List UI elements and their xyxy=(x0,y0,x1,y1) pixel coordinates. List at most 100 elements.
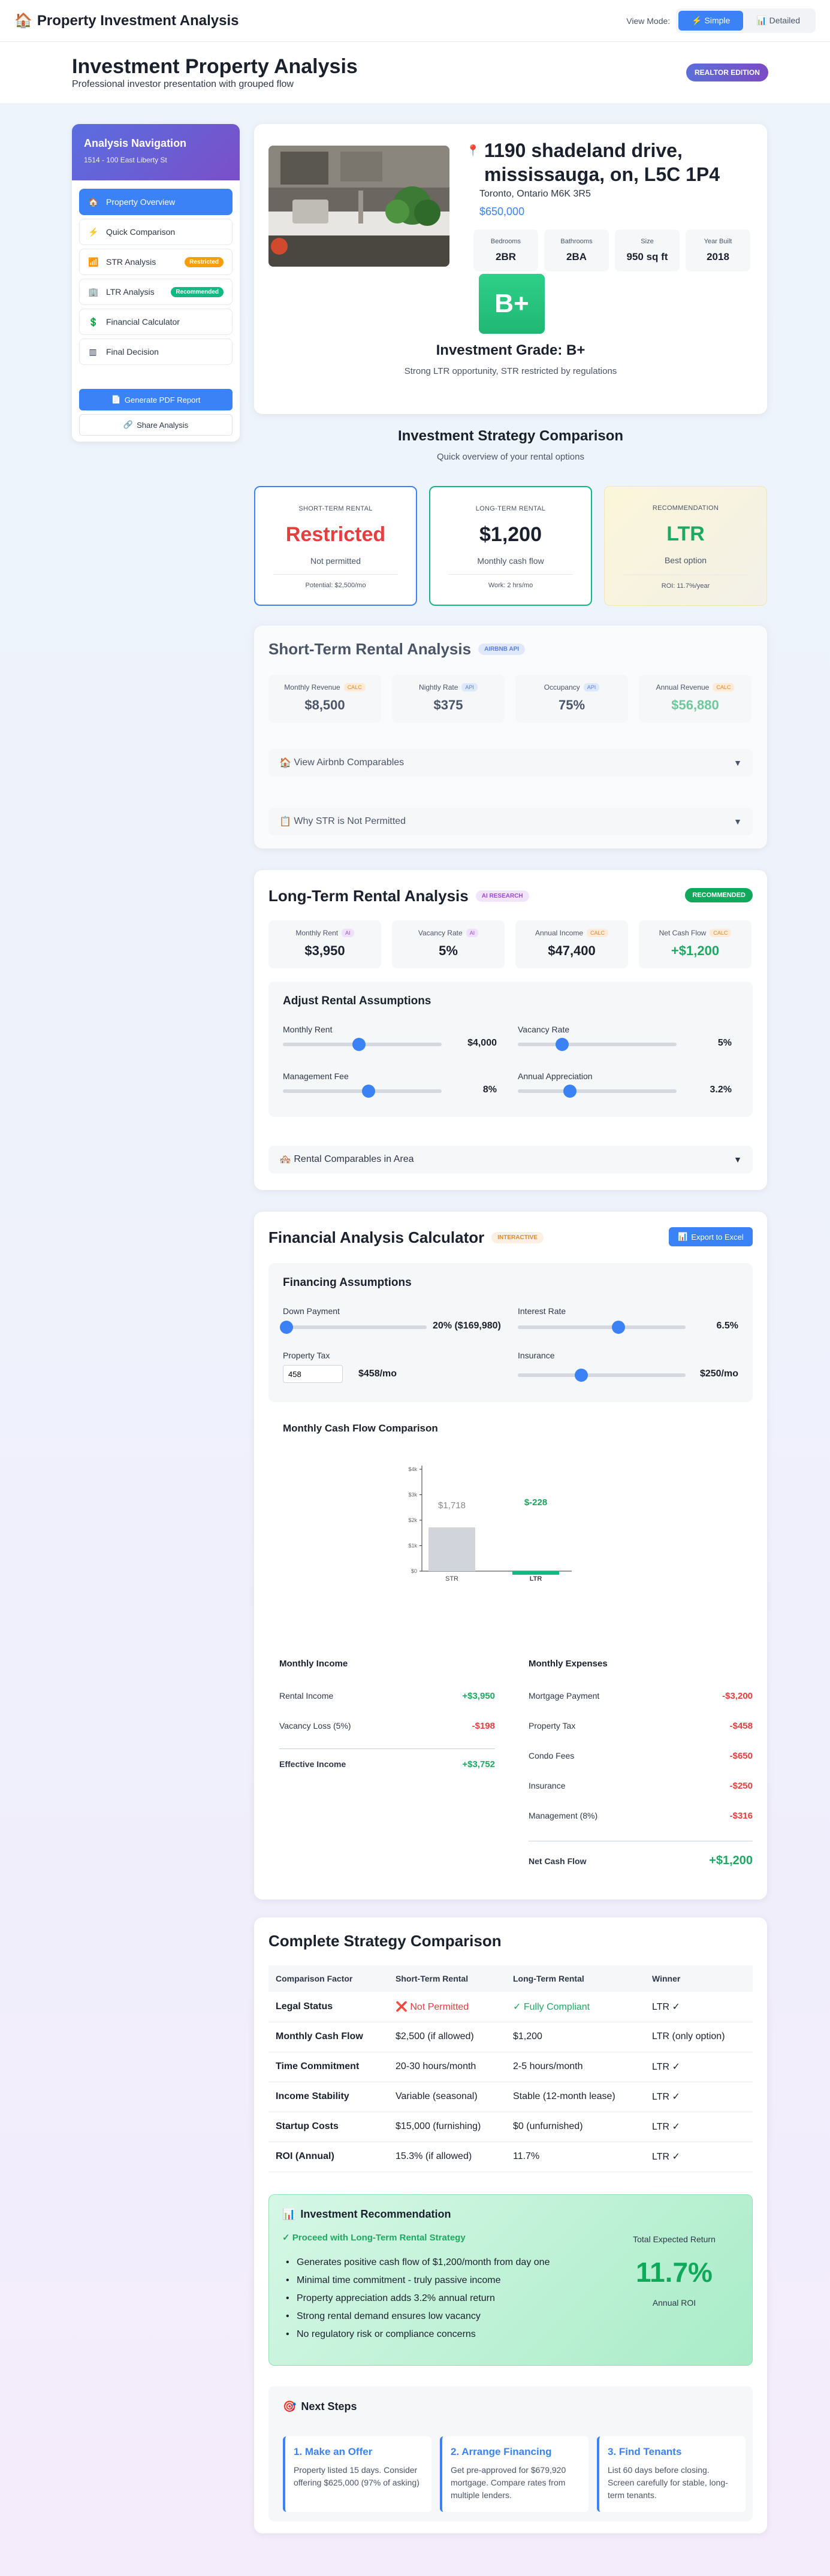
table-cell: LTR ✓ xyxy=(645,2112,753,2142)
strategy-card-value: LTR xyxy=(666,523,705,545)
bar-value-label: $1,718 xyxy=(438,1500,466,1511)
table-cell: Variable (seasonal) xyxy=(388,2082,506,2112)
insurance-slider[interactable] xyxy=(518,1369,686,1382)
table-header: Winner xyxy=(645,1965,753,1992)
property-facts: Bedrooms 2BR Bathrooms 2BA Size 950 sq ft Year… xyxy=(473,229,750,271)
sidebar-item-label: STR Analysis xyxy=(106,257,156,267)
assumption-slider[interactable] xyxy=(518,1085,677,1098)
slider-handle[interactable] xyxy=(563,1085,577,1098)
expense-row-label: Mortgage Payment xyxy=(529,1691,600,1701)
down-payment-slider[interactable] xyxy=(280,1321,427,1334)
financing-title: Financing Assumptions xyxy=(283,1276,412,1289)
sidebar-item-property-overview[interactable]: 🏠 Property Overview xyxy=(79,189,233,215)
expense-row: Mortgage Payment -$3,200 xyxy=(529,1691,753,1701)
adjust-assumptions-title: Adjust Rental Assumptions xyxy=(283,995,431,1007)
slider-handle[interactable] xyxy=(352,1038,366,1051)
income-row: Vacancy Loss (5%) -$198 xyxy=(279,1721,495,1731)
property-tax-label: Property Tax xyxy=(283,1351,330,1360)
str-title: Short-Term Rental Analysis xyxy=(268,640,472,658)
next-step-desc: Get pre-approved for $679,920 mortgage. … xyxy=(451,2465,566,2500)
sidebar-item-final-decision[interactable]: ▥ Final Decision xyxy=(79,339,233,365)
metric-source-tag: CALC xyxy=(710,929,732,937)
sidebar-item-financial-calculator[interactable]: 💲 Financial Calculator xyxy=(79,309,233,335)
sidebar-item-ltr-analysis[interactable]: 🏢 LTR Analysis Recommended xyxy=(79,279,233,305)
metric-value: $8,500 xyxy=(304,697,345,712)
table-cell: Income Stability xyxy=(268,2082,388,2112)
ltr-metric: Vacancy Rate AI 5% xyxy=(392,920,505,968)
strategy-card-value: $1,200 xyxy=(479,523,542,546)
interest-rate-slider[interactable] xyxy=(518,1321,686,1334)
metric-value: $375 xyxy=(433,697,463,712)
top-bar: 🏠 Property Investment Analysis View Mode… xyxy=(0,0,830,42)
slider-handle[interactable] xyxy=(362,1085,376,1098)
strategy-card-sub: Best option xyxy=(664,555,707,565)
view-detailed-button[interactable]: 📊 Detailed xyxy=(743,11,813,31)
expense-row-label: Insurance xyxy=(529,1781,566,1790)
view-mode: View Mode: ⚡ Simple 📊 Detailed xyxy=(626,8,816,33)
assumption-slider[interactable] xyxy=(518,1038,677,1051)
recommendation-item: No regulatory risk or compliance concern… xyxy=(286,2329,476,2340)
metric-label-row: Annual Revenue CALC xyxy=(639,683,751,691)
view-simple-button[interactable]: ⚡ Simple xyxy=(678,11,744,31)
investment-grade-subtitle: Strong LTR opportunity, STR restricted b… xyxy=(404,366,617,376)
table-cell: LTR ✓ xyxy=(645,2142,753,2172)
sidebar-item-str-analysis[interactable]: 📶 STR Analysis Restricted xyxy=(79,249,233,275)
chevron-down-icon: ▼ xyxy=(734,758,742,768)
next-step-card: 1. Make an Offer Property listed 15 days.… xyxy=(283,2436,431,2512)
insurance-value: $250/mo xyxy=(699,1369,738,1379)
share-analysis-button[interactable]: 🔗 Share Analysis xyxy=(79,414,233,436)
generate-pdf-button[interactable]: 📄 Generate PDF Report xyxy=(79,389,233,410)
table-cell: ROI (Annual) xyxy=(268,2142,388,2172)
table-cell: LTR ✓ xyxy=(645,2082,753,2112)
table-cell: ❌ Not Permitted xyxy=(388,1992,506,2022)
sidebar-address: 1514 - 100 East Liberty St xyxy=(84,156,167,164)
strategy-card-footer: Potential: $2,500/mo xyxy=(273,574,398,589)
income-row-label: Vacancy Loss (5%) xyxy=(279,1721,351,1731)
expense-row-label: Property Tax xyxy=(529,1721,576,1731)
table-cell: 20-30 hours/month xyxy=(388,2052,506,2082)
page-header: Investment Property Analysis Professiona… xyxy=(0,42,830,104)
table-cell: $2,500 (if allowed) xyxy=(388,2022,506,2052)
slider-label: Vacancy Rate xyxy=(518,1025,570,1034)
slider-handle[interactable] xyxy=(612,1321,625,1334)
airbnb-comparables-expander[interactable]: 🏠 View Airbnb Comparables ▼ xyxy=(268,749,753,777)
slider-label: Monthly Rent xyxy=(283,1025,333,1034)
property-fact: Bedrooms 2BR xyxy=(473,229,538,271)
income-row: Rental Income +$3,950 xyxy=(279,1691,495,1701)
total-return-sub: Annual ROI xyxy=(652,2298,696,2308)
metric-label: Monthly Revenue xyxy=(284,683,340,691)
table-cell: Time Commitment xyxy=(268,2052,388,2082)
metric-label-row: Monthly Rent AI xyxy=(268,929,381,937)
strategy-card-sub: Monthly cash flow xyxy=(477,556,544,566)
export-excel-button[interactable]: 📊 Export to Excel xyxy=(669,1227,753,1246)
lightning-icon: ⚡ xyxy=(88,227,99,237)
view-mode-label: View Mode: xyxy=(626,16,671,26)
property-tax-input[interactable] xyxy=(283,1365,343,1383)
effective-income-label: Effective Income xyxy=(279,1759,346,1769)
next-steps-title-row: 🎯 Next Steps xyxy=(283,2400,357,2413)
next-steps-panel: 🎯 Next Steps 1. Make an Offer Property lis… xyxy=(268,2386,753,2521)
slider-handle[interactable] xyxy=(556,1038,569,1051)
assumption-slider[interactable] xyxy=(283,1085,442,1098)
metric-value: $3,950 xyxy=(304,943,345,958)
chart-icon: 📊 xyxy=(282,2208,296,2220)
chart-title: Monthly Cash Flow Comparison xyxy=(283,1423,438,1434)
slider-handle[interactable] xyxy=(280,1321,293,1334)
ai-research-pill: AI RESEARCH xyxy=(475,890,529,902)
metric-value: +$1,200 xyxy=(671,943,720,958)
assumption-slider[interactable] xyxy=(283,1038,442,1051)
slider-value: 5% xyxy=(717,1038,732,1048)
income-row-value: +$3,950 xyxy=(462,1691,495,1701)
table-cell: Startup Costs xyxy=(268,2112,388,2142)
rental-comparables-expander[interactable]: 🏘️ Rental Comparables in Area ▼ xyxy=(268,1146,753,1173)
str-not-permitted-expander[interactable]: 📋 Why STR is Not Permitted ▼ xyxy=(268,808,753,835)
slider-handle[interactable] xyxy=(575,1369,588,1382)
document-icon: 📄 xyxy=(111,395,121,404)
table-cell: 11.7% xyxy=(506,2142,645,2172)
slider-value: $4,000 xyxy=(467,1038,497,1048)
fact-value: 2BA xyxy=(566,251,587,262)
chevron-down-icon: ▼ xyxy=(734,1155,742,1164)
page-title: Investment Property Analysis xyxy=(72,55,358,78)
metric-label-row: Monthly Revenue CALC xyxy=(268,683,381,691)
sidebar-item-quick-comparison[interactable]: ⚡ Quick Comparison xyxy=(79,219,233,245)
